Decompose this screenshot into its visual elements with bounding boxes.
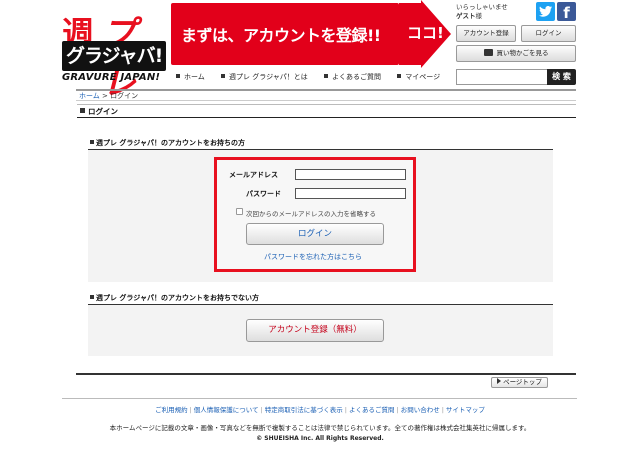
facebook-icon: f	[563, 4, 570, 22]
remember-email-label[interactable]: 次回からのメールアドレスの入力を省略する	[246, 208, 376, 218]
password-label: パスワード	[246, 190, 281, 198]
email-field[interactable]	[295, 169, 406, 180]
header-divider	[76, 89, 576, 91]
footer-link-faq[interactable]: よくあるご質問	[349, 406, 395, 414]
footer-link-separator: |	[260, 406, 263, 414]
breadcrumb-home-link[interactable]: ホーム	[79, 92, 100, 100]
footer-link-separator: |	[344, 406, 347, 414]
search-input[interactable]	[456, 69, 548, 85]
nav-item-mypage[interactable]: マイページ	[397, 72, 440, 82]
banner-text: まずは、アカウントを登録!!	[181, 26, 381, 45]
register-free-button[interactable]: アカウント登録（無料）	[246, 319, 384, 342]
register-section-title: 週プレ グラジャパ！のアカウントをお持ちでない方	[96, 294, 259, 302]
user-name: ゲスト	[456, 12, 476, 20]
forgot-password-link[interactable]: パスワードを忘れた方はこちら	[264, 252, 362, 262]
welcome-text: いらっしゃいませ ゲスト様	[456, 3, 508, 21]
bullet-icon	[221, 74, 226, 78]
email-label: メールアドレス	[229, 171, 278, 179]
password-field[interactable]	[295, 188, 406, 199]
view-cart-button[interactable]: 買い物かごを見る	[456, 45, 576, 62]
content-bottom-divider	[76, 373, 576, 375]
arrow-right-icon	[497, 378, 502, 384]
header-register-button[interactable]: アカウント登録	[456, 25, 516, 42]
bullet-icon	[324, 74, 329, 78]
banner-arrow-text: ココ!	[407, 24, 444, 42]
bullet-icon	[397, 74, 402, 78]
header-login-button[interactable]: ログイン	[521, 25, 576, 42]
logo-gurajapa: グラジャバ!	[62, 41, 166, 71]
page-top-button[interactable]: ページトップ	[491, 377, 548, 388]
nav-item-home[interactable]: ホーム	[176, 72, 205, 82]
footer-link-separator: |	[441, 406, 444, 414]
footer-link-separator: |	[189, 406, 192, 414]
search-button[interactable]: 検 索	[547, 69, 576, 85]
breadcrumb-current: ログイン	[110, 92, 139, 100]
login-section-heading: 週プレ グラジャパ！のアカウントをお持ちの方	[88, 135, 553, 150]
register-section-heading: 週プレ グラジャパ！のアカウントをお持ちでない方	[88, 290, 553, 305]
facebook-button[interactable]: f	[557, 2, 576, 22]
honorific: 様	[475, 12, 483, 20]
footer-link-privacy[interactable]: 個人情報保護について	[194, 406, 259, 414]
logo-title: 週 プレ	[62, 6, 162, 103]
footer-link-tokutei[interactable]: 特定商取引法に基づく表示	[265, 406, 343, 414]
greeting: いらっしゃいませ	[456, 3, 508, 11]
logo-gravure-japan: GRAVURE JAPAN!	[62, 72, 161, 83]
footer-link-contact[interactable]: お問い合わせ	[401, 406, 440, 414]
copyright-notice: 本ホームページに記載の文章・画像・写真などを無断で複製することは法律で禁じられて…	[109, 424, 531, 432]
twitter-button[interactable]	[536, 2, 555, 21]
site-logo[interactable]: 週 プレ グラジャバ! GRAVURE JAPAN!	[62, 6, 166, 103]
page-title: ログイン	[88, 107, 118, 116]
bullet-icon	[90, 295, 94, 299]
page-title-bar: ログイン	[77, 104, 576, 118]
register-banner[interactable]: まずは、アカウントを登録!! ココ!	[171, 0, 451, 68]
footer-link-sitemap[interactable]: サイトマップ	[446, 406, 485, 414]
footer-link-terms[interactable]: ご利用規約	[155, 406, 188, 414]
cart-icon	[483, 49, 493, 56]
main-nav: ホーム 週プレ グラジャパ！とは よくあるご質問 マイページ	[176, 72, 454, 84]
remember-email-checkbox[interactable]	[236, 208, 243, 215]
footer-divider	[62, 398, 577, 399]
breadcrumb-separator: >	[102, 92, 108, 100]
twitter-icon	[539, 6, 552, 17]
login-button[interactable]: ログイン	[246, 223, 384, 245]
login-section-title: 週プレ グラジャパ！のアカウントをお持ちの方	[96, 139, 245, 147]
nav-item-faq[interactable]: よくあるご質問	[324, 72, 381, 82]
bullet-icon	[80, 108, 85, 113]
nav-item-about[interactable]: 週プレ グラジャパ！とは	[221, 72, 308, 82]
banner-body: まずは、アカウントを登録!!	[171, 3, 399, 65]
footer-link-separator: |	[396, 406, 399, 414]
footer-links: ご利用規約 | 個人情報保護について | 特定商取引法に基づく表示 | よくあるご質問 | お問…	[0, 404, 640, 414]
breadcrumb-divider	[76, 100, 576, 101]
bullet-icon	[176, 74, 180, 78]
copyright: © SHUEISHA Inc. All Rights Reserved.	[256, 435, 384, 442]
bullet-icon	[90, 140, 94, 144]
